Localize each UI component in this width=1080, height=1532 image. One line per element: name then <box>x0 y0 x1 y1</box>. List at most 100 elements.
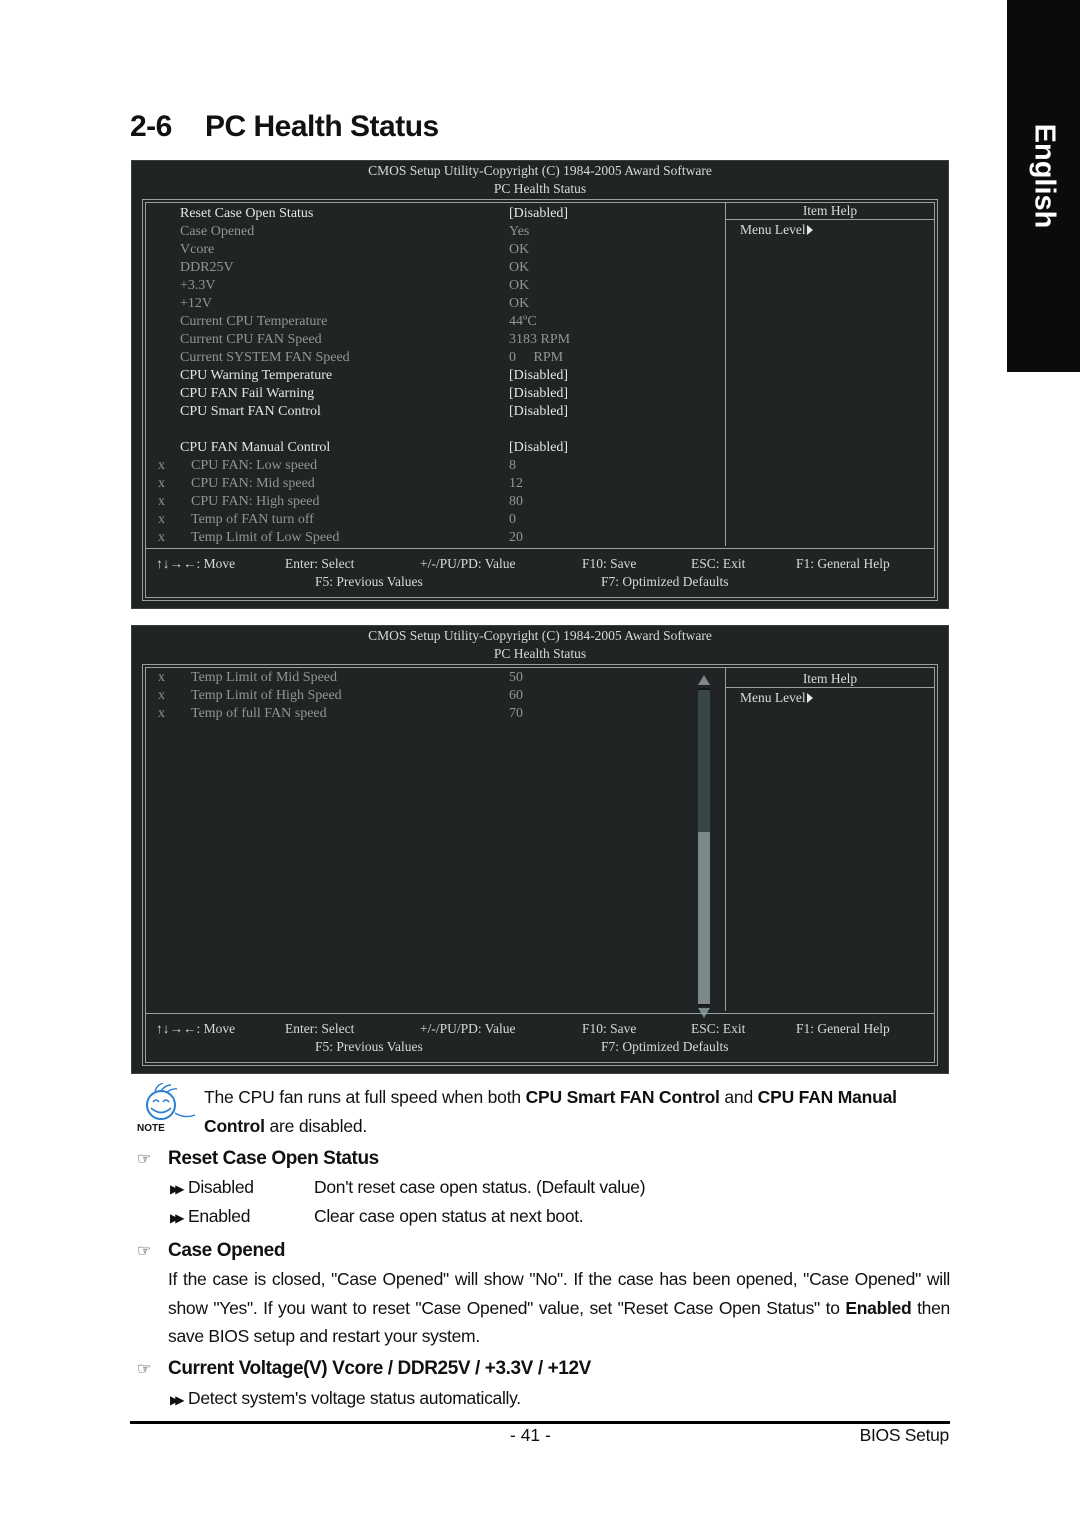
setting-label: CPU Warning Temperature <box>180 368 333 383</box>
key-exit: ESC: Exit <box>691 1021 746 1036</box>
setting-value: 50 <box>509 670 523 685</box>
pointing-hand-icon: ☞ <box>137 1361 151 1378</box>
key-enter: Enter: Select <box>285 1021 355 1036</box>
note-text-part: The CPU fan runs at full speed when both <box>204 1087 526 1107</box>
setting-row[interactable]: Reset Case Open Status [Disabled] <box>146 205 726 223</box>
page-number: - 41 - <box>510 1425 551 1445</box>
setting-label: CPU FAN Manual Control <box>180 440 331 455</box>
setting-label: Temp Limit of Low Speed <box>191 530 340 545</box>
setting-label: +3.3V <box>180 278 216 293</box>
item-title: Case Opened <box>168 1240 286 1261</box>
item-heading-reset-case: ☞ Reset Case Open Status <box>137 1148 379 1170</box>
key-move: ↑↓→←: Move <box>156 1021 236 1036</box>
option-desc: Clear case open status at next boot. <box>314 1206 584 1226</box>
bios-copyright: CMOS Setup Utility-Copyright (C) 1984-20… <box>368 163 712 178</box>
option-desc: Don't reset case open status. (Default v… <box>314 1177 646 1197</box>
scroll-thumb[interactable] <box>698 831 710 1004</box>
double-arrow-icon: ▶▶ <box>170 1182 184 1196</box>
menu-level-arrow-icon <box>806 693 813 703</box>
menu-level-label: Menu Level <box>740 222 806 237</box>
setting-label: CPU FAN: Mid speed <box>191 476 315 491</box>
menu-level: Menu Level <box>726 688 934 708</box>
setting-row[interactable]: CPU Smart FAN Control [Disabled] <box>146 403 726 421</box>
disabled-marker: x <box>158 476 165 491</box>
setting-value[interactable]: [Disabled] <box>509 205 568 223</box>
setting-label: Temp of full FAN speed <box>191 706 327 721</box>
pointing-hand-icon: ☞ <box>137 1151 151 1168</box>
setting-value: 0 <box>509 512 516 527</box>
setting-row: Case Opened Yes <box>146 223 726 241</box>
section-heading: PC Health Status <box>205 110 439 143</box>
setting-label: Temp Limit of Mid Speed <box>191 670 338 685</box>
key-save: F10: Save <box>582 556 637 571</box>
key-defaults: F7: Optimized Defaults <box>601 574 729 589</box>
option-row: ▶▶ Detect system's voltage status automat… <box>170 1388 521 1409</box>
setting-row[interactable]: CPU FAN Manual Control [Disabled] <box>146 439 726 457</box>
setting-row: Current CPU FAN Speed 3183 RPM <box>146 331 726 349</box>
bios-screen-1: CMOS Setup Utility-Copyright (C) 1984-20… <box>131 160 949 609</box>
bios-inner-frame: x Temp Limit of Mid Speed 50 x Temp Limit of… <box>145 667 935 1063</box>
disabled-marker: x <box>158 688 165 703</box>
setting-row: Current SYSTEM FAN Speed 0 RPM <box>146 349 726 367</box>
option-name: Enabled <box>188 1206 251 1226</box>
setting-row: DDR25V OK <box>146 259 726 277</box>
key-save: F10: Save <box>582 1021 637 1036</box>
setting-value: OK <box>509 260 530 275</box>
setting-row[interactable]: CPU FAN Fail Warning [Disabled] <box>146 385 726 403</box>
setting-value: 44ºC <box>509 314 537 329</box>
setting-label: Temp Limit of High Speed <box>191 688 342 703</box>
bios-header: CMOS Setup Utility-Copyright (C) 1984-20… <box>132 161 948 197</box>
setting-label: Current SYSTEM FAN Speed <box>180 350 350 365</box>
setting-value[interactable]: [Disabled] <box>509 367 568 385</box>
setting-label: Case Opened <box>180 224 255 239</box>
key-defaults: F7: Optimized Defaults <box>601 1039 729 1054</box>
setting-label: Current CPU Temperature <box>180 314 328 329</box>
setting-value: 12 <box>509 476 523 491</box>
setting-label: Current CPU FAN Speed <box>180 332 322 347</box>
option-name: Disabled <box>188 1177 254 1197</box>
disabled-marker: x <box>158 706 165 721</box>
bios-screen-title: PC Health Status <box>493 180 587 196</box>
menu-level-label: Menu Level <box>740 690 806 705</box>
pointing-hand-icon: ☞ <box>137 1243 151 1260</box>
setting-value: 3183 RPM <box>509 332 571 347</box>
setting-label: Vcore <box>180 242 215 257</box>
setting-row: x Temp Limit of High Speed 60 <box>146 687 686 705</box>
item-heading-case-opened: ☞ Case Opened <box>137 1240 285 1262</box>
disabled-marker: x <box>158 670 165 685</box>
setting-row: x CPU FAN: High speed 80 <box>146 493 726 511</box>
language-label: English <box>1028 123 1060 229</box>
setting-row <box>146 421 726 439</box>
setting-value: 80 <box>509 494 523 509</box>
item-help-panel: Item Help Menu Level <box>725 668 934 1011</box>
menu-level-arrow-icon <box>806 225 813 235</box>
note-smiley-icon <box>146 1083 196 1120</box>
double-arrow-icon: ▶▶ <box>170 1393 184 1407</box>
scroll-up-icon[interactable] <box>698 675 710 685</box>
note-box: NOTE The CPU fan runs at full speed when… <box>137 1083 949 1143</box>
setting-value[interactable]: [Disabled] <box>509 439 568 457</box>
setting-row: +3.3V OK <box>146 277 726 295</box>
para-bold: Enabled <box>845 1297 912 1318</box>
note-text-part: and <box>719 1087 758 1107</box>
disabled-marker: x <box>158 458 165 473</box>
option-row: ▶▶ Enabled Clear case open status at next… <box>170 1206 584 1227</box>
key-previous: F5: Previous Values <box>315 1039 423 1054</box>
case-opened-description: If the case is closed, "Case Opened" wil… <box>168 1265 950 1351</box>
setting-row: x Temp of full FAN speed 70 <box>146 705 686 723</box>
section-title: 2-6 PC Health Status <box>130 110 439 144</box>
disabled-marker: x <box>158 512 165 527</box>
para-text: If the case is closed, "Case Opened" wil… <box>168 1269 950 1318</box>
bios-inner-frame: Reset Case Open Status [Disabled] Case Ope… <box>145 202 935 598</box>
scrollbar[interactable] <box>698 675 710 1018</box>
setting-row[interactable]: CPU Warning Temperature [Disabled] <box>146 367 726 385</box>
setting-label: CPU FAN Fail Warning <box>180 386 315 401</box>
note-text: The CPU fan runs at full speed when both… <box>204 1083 950 1140</box>
item-heading-voltage: ☞ Current Voltage(V) Vcore / DDR25V / +3.… <box>137 1358 591 1380</box>
option-row: ▶▶ Disabled Don't reset case open status.… <box>170 1177 646 1198</box>
setting-list: Reset Case Open Status [Disabled] Case Ope… <box>146 205 726 547</box>
setting-value[interactable]: [Disabled] <box>509 403 568 421</box>
setting-value: 60 <box>509 688 523 703</box>
setting-value[interactable]: [Disabled] <box>509 385 568 403</box>
scroll-track[interactable] <box>698 688 710 1006</box>
